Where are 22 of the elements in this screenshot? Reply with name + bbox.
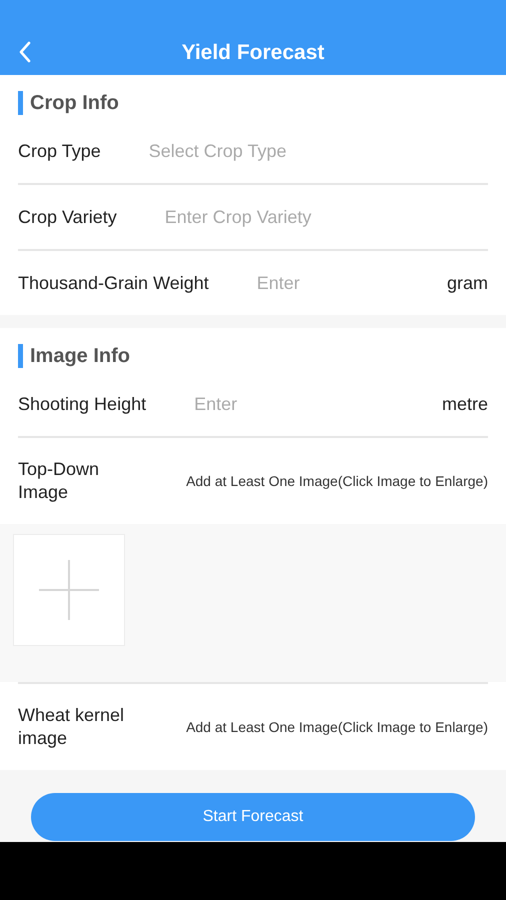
back-icon bbox=[18, 41, 32, 63]
section-title: Image Info bbox=[30, 344, 130, 368]
hint-text: Add at Least One Image(Click Image to Enlarge) bbox=[186, 473, 488, 489]
input-field[interactable]: Enter bbox=[194, 394, 394, 414]
input-field[interactable]: Enter Crop Variety bbox=[164, 206, 488, 228]
input-field[interactable]: Enter bbox=[256, 272, 399, 294]
field-label: Top-Down Image bbox=[18, 458, 100, 504]
plus-icon bbox=[39, 560, 99, 620]
start-forecast-button[interactable]: Start Forecast bbox=[31, 793, 475, 841]
section-title: Crop Info bbox=[30, 92, 119, 114]
page-title: Yield Forecast bbox=[182, 41, 324, 66]
crop-type-select[interactable]: Select Crop Type bbox=[148, 140, 286, 162]
field-label: Shooting Height bbox=[18, 394, 146, 414]
field-label: Wheat kernel image bbox=[18, 704, 126, 750]
unit-label: gram bbox=[446, 272, 488, 294]
field-label: Crop Type bbox=[18, 140, 101, 162]
accent-bar bbox=[18, 344, 23, 368]
accent-bar bbox=[18, 91, 23, 115]
hint-text: Add at Least One Image(Click Image to Enlarge) bbox=[186, 719, 488, 735]
unit-label: metre bbox=[442, 394, 488, 414]
field-label: Crop Variety bbox=[18, 206, 117, 228]
field-label: Thousand-Grain Weight bbox=[18, 272, 209, 294]
